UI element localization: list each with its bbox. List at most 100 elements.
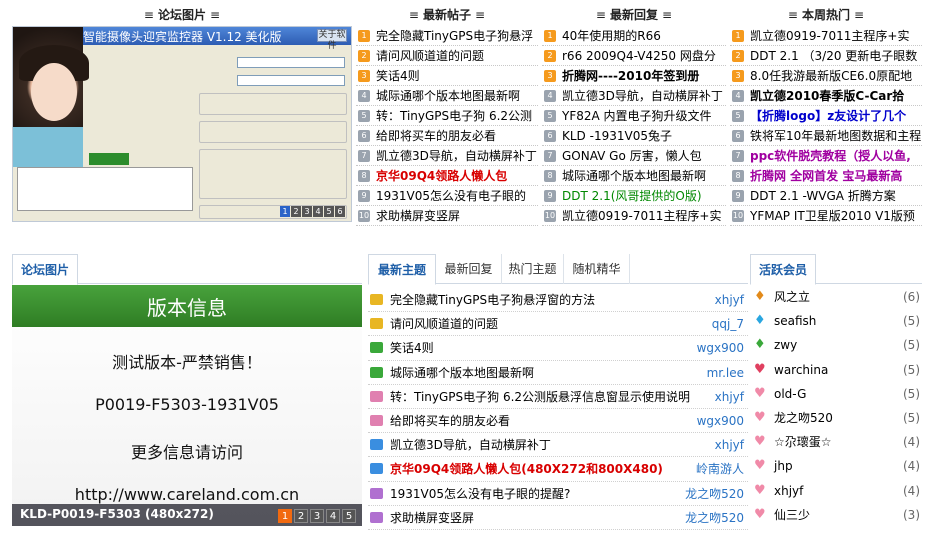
list-item-link[interactable]: 折腾网 全网首发 宝马最新高 xyxy=(750,169,902,183)
member-row[interactable]: ♦ zwy (5) xyxy=(750,333,922,357)
member-name[interactable]: zwy xyxy=(774,333,797,357)
thread-title[interactable]: 求助横屏变竖屏 xyxy=(390,506,474,530)
member-name[interactable]: 龙之吻520 xyxy=(774,406,833,430)
thread-author[interactable]: xhjyf xyxy=(715,385,744,409)
member-row[interactable]: ♥ xhjyf (4) xyxy=(750,479,922,503)
list-item[interactable]: 4 城际通哪个版本地图最新啊 xyxy=(356,86,538,106)
slide-page-button[interactable]: 2 xyxy=(294,509,308,523)
thread-title[interactable]: 1931V05怎么没有电子眼的提醒? xyxy=(390,482,570,506)
list-item[interactable]: 5 YF82A 内置电子狗升级文件 xyxy=(542,106,726,126)
member-name[interactable]: xhjyf xyxy=(774,479,803,503)
list-item[interactable]: 2 请问风顺道道的问题 xyxy=(356,46,538,66)
member-name[interactable]: 仙三少 xyxy=(774,503,810,527)
thread-row[interactable]: 京华09Q4领路人懒人包(480X272和800X480) 岭南游人 xyxy=(368,457,748,482)
forum-pic-slideshow[interactable]: 智能摄像头迎宾监控器 V1.12 美化版 关于软件 123456 xyxy=(12,26,352,222)
member-row[interactable]: ♥ ☆尕瓌蛋☆ (4) xyxy=(750,430,922,454)
list-item[interactable]: 2 r66 2009Q4-V4250 网盘分 xyxy=(542,46,726,66)
list-item[interactable]: 4 凯立德3D导航，自动横屏补丁 xyxy=(542,86,726,106)
list-item-link[interactable]: 城际通哪个版本地图最新啊 xyxy=(376,89,520,103)
slide-page-button[interactable]: 2 xyxy=(291,206,301,217)
member-row[interactable]: ♦ 风之立 (6) xyxy=(750,285,922,309)
list-item[interactable]: 10 凯立德0919-7011主程序+实 xyxy=(542,206,726,226)
member-row[interactable]: ♦ seafish (5) xyxy=(750,309,922,333)
thread-title[interactable]: 笑话4则 xyxy=(390,336,434,360)
list-item-link[interactable]: 求助横屏变竖屏 xyxy=(376,209,460,223)
thread-row[interactable]: 笑话4则 wgx900 xyxy=(368,336,748,361)
list-item-link[interactable]: DDT 2.1 -WVGA 折腾方案 xyxy=(750,189,896,203)
list-item[interactable]: 9 DDT 2.1 -WVGA 折腾方案 xyxy=(730,186,922,206)
list-item-link[interactable]: 转：TinyGPS电子狗 6.2公测 xyxy=(376,109,532,123)
tab-newest-topics[interactable]: 最新主题 xyxy=(368,254,436,285)
slide-pager[interactable]: 123456 xyxy=(279,203,345,217)
list-item-link[interactable]: 折腾网----2010年签到册 xyxy=(562,69,699,83)
list-item[interactable]: 5 【折腾logo】z友设计了几个 xyxy=(730,106,922,126)
thread-title[interactable]: 京华09Q4领路人懒人包(480X272和800X480) xyxy=(390,457,663,481)
list-item[interactable]: 5 转：TinyGPS电子狗 6.2公测 xyxy=(356,106,538,126)
list-item-link[interactable]: YFMAP IT卫星版2010 V1版预 xyxy=(750,209,915,223)
list-item-link[interactable]: 8.0任我游最新版CE6.0原配地 xyxy=(750,69,912,83)
list-item-link[interactable]: ppc软件脱壳教程（授人以鱼, xyxy=(750,149,911,163)
member-row[interactable]: ♥ old-G (5) xyxy=(750,382,922,406)
list-item[interactable]: 9 1931V05怎么没有电子眼的 xyxy=(356,186,538,206)
list-item-link[interactable]: 凯立德0919-7011主程序+实 xyxy=(562,209,721,223)
thread-row[interactable]: 城际通哪个版本地图最新啊 mr.lee xyxy=(368,361,748,385)
slide-page-button[interactable]: 4 xyxy=(313,206,323,217)
member-row[interactable]: ♥ jhp (4) xyxy=(750,454,922,478)
list-item[interactable]: 8 京华09Q4领路人懒人包 xyxy=(356,166,538,186)
list-item[interactable]: 8 折腾网 全网首发 宝马最新高 xyxy=(730,166,922,186)
list-item[interactable]: 3 8.0任我游最新版CE6.0原配地 xyxy=(730,66,922,86)
list-item[interactable]: 1 完全隐藏TinyGPS电子狗悬浮 xyxy=(356,26,538,46)
list-item[interactable]: 7 GONAV Go 厉害，懒人包 xyxy=(542,146,726,166)
thread-row[interactable]: 完全隐藏TinyGPS电子狗悬浮窗的方法 xhjyf xyxy=(368,288,748,313)
list-item-link[interactable]: 铁将军10年最新地图数据和主程 xyxy=(750,129,921,143)
list-item-link[interactable]: 40年使用期的R66 xyxy=(562,29,661,43)
list-item-link[interactable]: DDT 2.1 （3/20 更新电子眼数 xyxy=(750,49,917,63)
list-item[interactable]: 8 城际通哪个版本地图最新啊 xyxy=(542,166,726,186)
member-row[interactable]: ♥ 龙之吻520 (5) xyxy=(750,406,922,430)
list-item-link[interactable]: GONAV Go 厉害，懒人包 xyxy=(562,149,702,163)
list-item-link[interactable]: r66 2009Q4-V4250 网盘分 xyxy=(562,49,716,63)
thread-title[interactable]: 完全隐藏TinyGPS电子狗悬浮窗的方法 xyxy=(390,288,595,312)
thread-title[interactable]: 城际通哪个版本地图最新啊 xyxy=(390,361,534,385)
list-item-link[interactable]: 完全隐藏TinyGPS电子狗悬浮 xyxy=(376,29,533,43)
list-item-link[interactable]: 京华09Q4领路人懒人包 xyxy=(376,169,507,183)
thread-row[interactable]: 求助横屏变竖屏 龙之吻520 xyxy=(368,506,748,530)
member-name[interactable]: jhp xyxy=(774,454,793,478)
list-item-link[interactable]: 1931V05怎么没有电子眼的 xyxy=(376,189,526,203)
list-item[interactable]: 9 DDT 2.1(风哥提供的O版) xyxy=(542,186,726,206)
list-item[interactable]: 7 凯立德3D导航，自动横屏补丁 xyxy=(356,146,538,166)
member-name[interactable]: seafish xyxy=(774,309,816,333)
list-item-link[interactable]: 凯立德0919-7011主程序+实 xyxy=(750,29,909,43)
list-item[interactable]: 1 40年使用期的R66 xyxy=(542,26,726,46)
thread-title[interactable]: 凯立德3D导航，自动横屏补丁 xyxy=(390,433,551,457)
tab-random-featured[interactable]: 随机精华 xyxy=(564,254,630,284)
list-item-link[interactable]: 请问风顺道道的问题 xyxy=(376,49,484,63)
list-item-link[interactable]: 凯立德3D导航，自动横屏补丁 xyxy=(376,149,537,163)
list-item-link[interactable]: 城际通哪个版本地图最新啊 xyxy=(562,169,706,183)
thread-row[interactable]: 凯立德3D导航，自动横屏补丁 xhjyf xyxy=(368,433,748,458)
thread-title[interactable]: 给即将买车的朋友必看 xyxy=(390,409,510,433)
list-item[interactable]: 3 折腾网----2010年签到册 xyxy=(542,66,726,86)
tab-active-members[interactable]: 活跃会员 xyxy=(750,254,817,285)
list-item[interactable]: 10 YFMAP IT卫星版2010 V1版预 xyxy=(730,206,922,226)
forum-pic-slide[interactable]: 版本信息 测试版本-严禁销售！ P0019-F5303-1931V05 更多信息… xyxy=(12,285,362,526)
thread-author[interactable]: wgx900 xyxy=(697,336,744,360)
list-item-link[interactable]: 给即将买车的朋友必看 xyxy=(376,129,496,143)
list-item[interactable]: 2 DDT 2.1 （3/20 更新电子眼数 xyxy=(730,46,922,66)
member-name[interactable]: old-G xyxy=(774,382,806,406)
list-item-link[interactable]: DDT 2.1(风哥提供的O版) xyxy=(562,189,702,203)
thread-row[interactable]: 转：TinyGPS电子狗 6.2公测版悬浮信息窗显示使用说明 xhjyf xyxy=(368,385,748,409)
thread-row[interactable]: 请问风顺道道的问题 qqj_7 xyxy=(368,312,748,337)
list-item[interactable]: 6 给即将买车的朋友必看 xyxy=(356,126,538,146)
slide-page-button[interactable]: 3 xyxy=(302,206,312,217)
member-name[interactable]: warchina xyxy=(774,358,828,382)
slide-page-button[interactable]: 5 xyxy=(324,206,334,217)
slide-page-button[interactable]: 3 xyxy=(310,509,324,523)
list-item-link[interactable]: YF82A 内置电子狗升级文件 xyxy=(562,109,712,123)
list-item[interactable]: 1 凯立德0919-7011主程序+实 xyxy=(730,26,922,46)
tab-hot-topics[interactable]: 热门主题 xyxy=(502,254,564,284)
list-item[interactable]: 6 KLD -1931V05兔子 xyxy=(542,126,726,146)
list-item-link[interactable]: 凯立德2010春季版C-Car拾 xyxy=(750,89,904,103)
slide-page-button[interactable]: 6 xyxy=(335,206,345,217)
thread-author[interactable]: 龙之吻520 xyxy=(685,482,744,506)
